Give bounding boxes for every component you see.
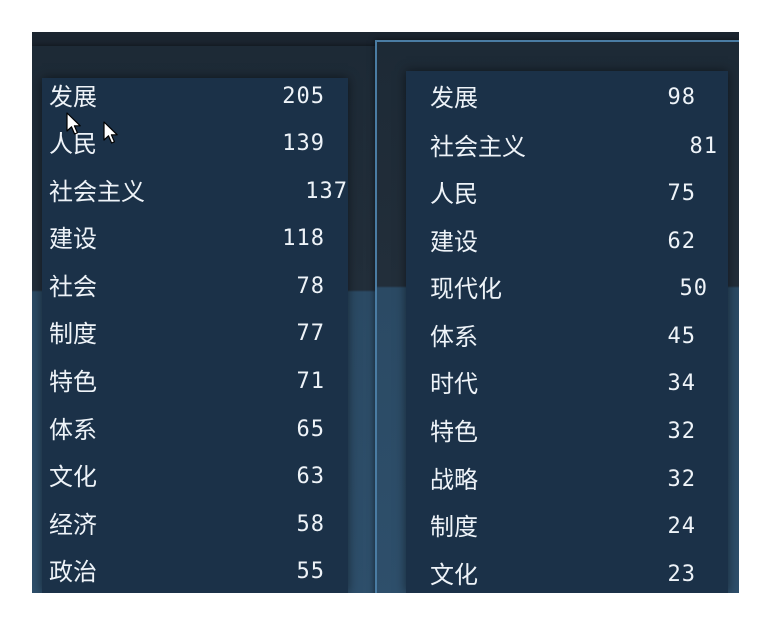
count-value: 32 xyxy=(667,467,696,492)
count-value: 77 xyxy=(296,321,325,346)
list-item[interactable]: 人民 139 xyxy=(42,129,348,159)
list-item[interactable]: 社会主义 81 xyxy=(406,132,728,162)
term-label: 社会主义 xyxy=(430,133,526,161)
term-label: 特色 xyxy=(49,368,97,396)
count-value: 78 xyxy=(296,274,325,299)
list-item[interactable]: 建设 62 xyxy=(406,227,728,257)
term-label: 时代 xyxy=(430,370,478,398)
term-label: 现代化 xyxy=(430,275,502,303)
count-value: 139 xyxy=(282,131,325,156)
count-value: 81 xyxy=(689,134,718,159)
app-canvas: 发展 205 人民 139 社会主义 137 建设 118 社会 78 制度 7… xyxy=(32,32,739,593)
term-label: 文化 xyxy=(49,463,97,491)
count-value: 137 xyxy=(305,179,348,204)
right-word-frequency-list[interactable]: 发展 98 社会主义 81 人民 75 建设 62 现代化 50 体系 45 时… xyxy=(406,71,728,593)
term-label: 社会 xyxy=(49,273,97,301)
count-value: 65 xyxy=(296,417,325,442)
list-item[interactable]: 发展 205 xyxy=(42,82,348,112)
count-value: 58 xyxy=(296,512,325,537)
list-item[interactable]: 人民 75 xyxy=(406,179,728,209)
list-item[interactable]: 发展 98 xyxy=(406,83,728,113)
left-word-frequency-list[interactable]: 发展 205 人民 139 社会主义 137 建设 118 社会 78 制度 7… xyxy=(42,78,348,593)
term-label: 经济 xyxy=(49,511,97,539)
term-label: 发展 xyxy=(49,83,97,111)
list-item[interactable]: 建设 118 xyxy=(42,224,348,254)
count-value: 63 xyxy=(296,464,325,489)
term-label: 特色 xyxy=(430,418,478,446)
count-value: 55 xyxy=(296,559,325,584)
count-value: 75 xyxy=(667,181,696,206)
count-value: 24 xyxy=(667,514,696,539)
list-item[interactable]: 体系 65 xyxy=(42,415,348,445)
list-item[interactable]: 社会主义 137 xyxy=(42,177,348,207)
term-label: 建设 xyxy=(49,225,97,253)
list-item[interactable]: 政治 55 xyxy=(42,557,348,587)
count-value: 71 xyxy=(296,369,325,394)
term-label: 制度 xyxy=(49,320,97,348)
term-label: 战略 xyxy=(430,466,478,494)
list-item[interactable]: 文化 23 xyxy=(406,560,728,590)
term-label: 政治 xyxy=(49,558,97,586)
count-value: 32 xyxy=(667,419,696,444)
count-value: 205 xyxy=(282,84,325,109)
list-item[interactable]: 战略 32 xyxy=(406,465,728,495)
count-value: 98 xyxy=(667,85,696,110)
list-item[interactable]: 时代 34 xyxy=(406,369,728,399)
mouse-pointer-icon xyxy=(103,121,118,144)
term-label: 发展 xyxy=(430,84,478,112)
term-label: 文化 xyxy=(430,561,478,589)
mouse-pointer-icon xyxy=(66,112,81,135)
term-label: 建设 xyxy=(430,228,478,256)
term-label: 社会主义 xyxy=(49,178,145,206)
count-value: 62 xyxy=(667,229,696,254)
count-value: 45 xyxy=(667,324,696,349)
count-value: 118 xyxy=(282,226,325,251)
list-item[interactable]: 文化 63 xyxy=(42,462,348,492)
list-item[interactable]: 社会 78 xyxy=(42,272,348,302)
term-label: 体系 xyxy=(49,416,97,444)
list-item[interactable]: 特色 71 xyxy=(42,367,348,397)
list-item[interactable]: 特色 32 xyxy=(406,417,728,447)
term-label: 人民 xyxy=(430,180,478,208)
list-item[interactable]: 现代化 50 xyxy=(406,274,728,304)
list-item[interactable]: 体系 45 xyxy=(406,322,728,352)
count-value: 34 xyxy=(667,371,696,396)
count-value: 23 xyxy=(667,562,696,587)
list-item[interactable]: 经济 58 xyxy=(42,510,348,540)
count-value: 50 xyxy=(679,276,708,301)
list-item[interactable]: 制度 77 xyxy=(42,319,348,349)
list-item[interactable]: 制度 24 xyxy=(406,512,728,542)
term-label: 体系 xyxy=(430,323,478,351)
term-label: 制度 xyxy=(430,513,478,541)
